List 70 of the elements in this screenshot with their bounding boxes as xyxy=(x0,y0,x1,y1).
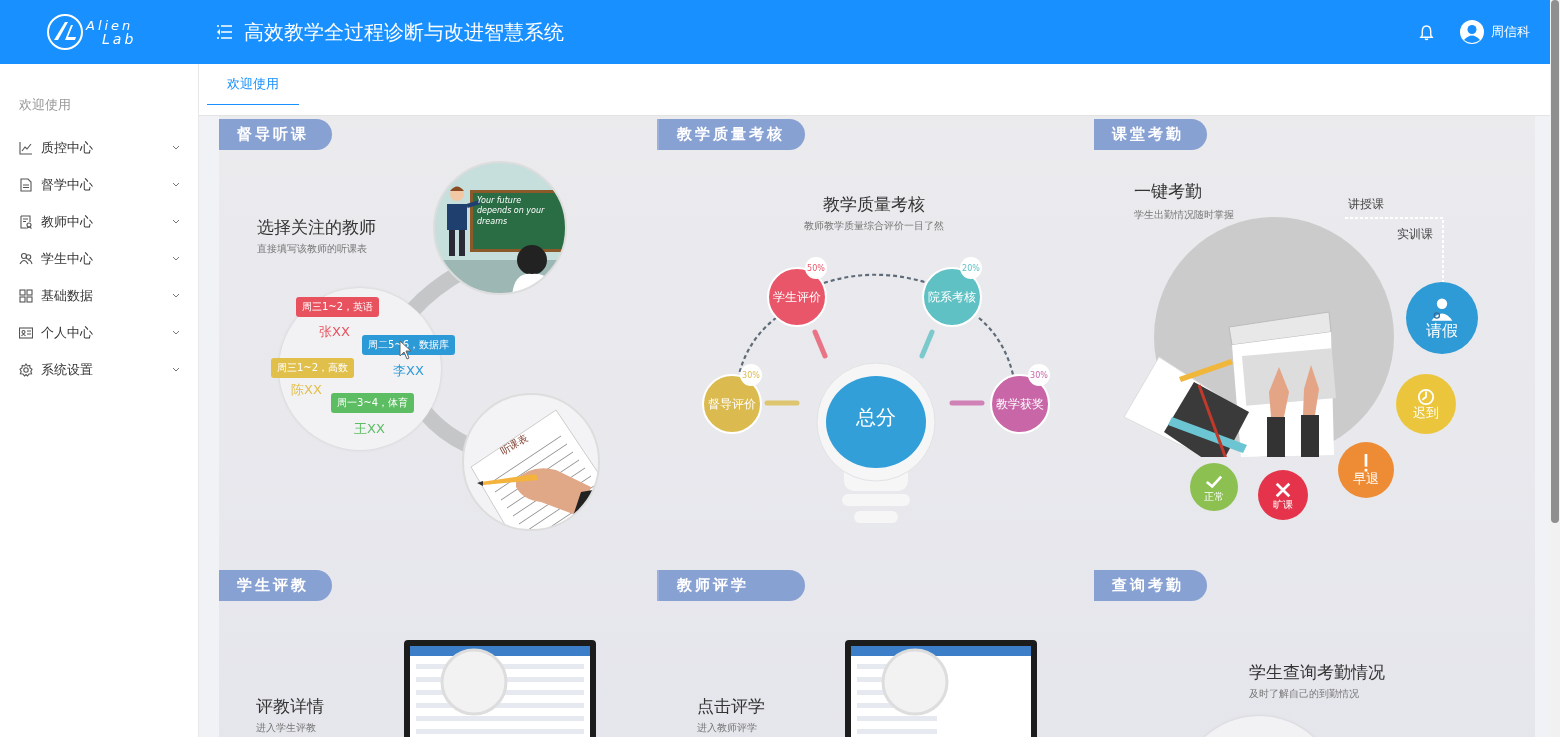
panel-subtitle: 及时了解自己的到勤情况 xyxy=(1249,687,1359,701)
percent-badge: 20% xyxy=(960,257,982,279)
sidebar-item[interactable]: 督学中心 xyxy=(0,166,198,203)
logo-text: Alien xyxy=(86,18,135,32)
percent-badge: 30% xyxy=(1028,364,1050,386)
teacher-name: 陈XX xyxy=(291,381,322,399)
speech-bubble: 周一3~4，体育 xyxy=(331,393,415,413)
document-icon xyxy=(19,177,33,192)
close-icon xyxy=(1274,480,1292,499)
section-tag: 督导听课 xyxy=(219,119,332,150)
sidebar-item[interactable]: 基础数据 xyxy=(0,277,198,314)
teacher-name: 张XX xyxy=(319,323,350,341)
section-tag: 学生评教 xyxy=(219,570,332,601)
status-badge: 请假 xyxy=(1406,282,1478,354)
teacher-icon xyxy=(19,214,33,229)
section-tag: 教学质量考核 xyxy=(657,119,805,150)
panel-title: 教学质量考核 xyxy=(822,193,926,216)
chart-icon xyxy=(19,140,33,155)
doctor-icon xyxy=(1429,296,1455,323)
panel-subtitle: 进入学生评教 xyxy=(256,721,316,735)
panel-title: 评教详情 xyxy=(256,695,324,718)
percent-badge: 50% xyxy=(805,257,827,279)
connector-line xyxy=(764,400,800,406)
settings-icon xyxy=(19,362,33,377)
status-badge: 旷课 xyxy=(1258,470,1308,520)
speech-bubble: 周三1~2，英语 xyxy=(296,297,380,317)
panel-title: 学生查询考勤情况 xyxy=(1249,661,1385,684)
sidebar-item[interactable]: 个人中心 xyxy=(0,314,198,351)
sidebar-item[interactable]: 教师中心 xyxy=(0,203,198,240)
panel-subtitle: 直接填写该教师的听课表 xyxy=(257,242,367,256)
scrollbar-thumb[interactable] xyxy=(1551,0,1559,523)
people-icon xyxy=(19,251,33,266)
clock-icon xyxy=(1417,387,1435,406)
connector-line xyxy=(812,329,828,359)
grid-icon xyxy=(19,288,33,303)
section-tag: 课堂考勤 xyxy=(1094,119,1207,150)
status-badge: 早退 xyxy=(1338,442,1394,498)
percent-badge: 30% xyxy=(740,364,762,386)
section-tag: 查询考勤 xyxy=(1094,570,1207,601)
bell-icon[interactable] xyxy=(1419,23,1434,41)
panel-subtitle: 教师教学质量综合评价一目了然 xyxy=(803,219,945,233)
exclamation-icon xyxy=(1364,453,1368,472)
sidebar-item[interactable]: 系统设置 xyxy=(0,351,198,388)
panel-subtitle: 进入教师评学 xyxy=(697,721,757,735)
teacher-name: 王XX xyxy=(354,420,385,438)
total-score-label: 总分 xyxy=(855,404,897,431)
logo-text: Lab xyxy=(102,31,137,46)
id-card-icon xyxy=(19,325,33,340)
status-badge: 正常 xyxy=(1190,463,1238,511)
panel-title: 点击评学 xyxy=(697,695,765,718)
sidebar-item[interactable]: 质控中心 xyxy=(0,129,198,166)
sheet-title: 听课表 xyxy=(497,431,531,459)
speech-bubble: 周三1~2，高数 xyxy=(271,358,355,378)
connector-line xyxy=(949,400,985,406)
course-type-label: 实训课 xyxy=(1397,226,1433,243)
teacher-name: 李XX xyxy=(393,362,424,380)
chalkboard-text: Your future depends on your dreams xyxy=(477,196,546,228)
course-type-label: 讲授课 xyxy=(1348,196,1384,213)
section-tag: 教师评学 xyxy=(657,570,805,601)
panel-title: 选择关注的教师 xyxy=(257,216,376,239)
connector-line xyxy=(919,329,935,359)
status-badge: 迟到 xyxy=(1396,374,1456,434)
panel-title: 一键考勤 xyxy=(1134,180,1202,203)
sidebar-heading: 欢迎使用 xyxy=(18,96,72,114)
app-title: 高效教学全过程诊断与改进智慧系统 xyxy=(244,18,564,46)
sidebar-item[interactable]: 学生中心 xyxy=(0,240,198,277)
logo-icon xyxy=(46,13,84,51)
avatar-icon[interactable] xyxy=(1460,20,1484,44)
panel-subtitle: 学生出勤情况随时掌握 xyxy=(1134,208,1234,222)
menu-fold-icon[interactable] xyxy=(216,25,232,39)
